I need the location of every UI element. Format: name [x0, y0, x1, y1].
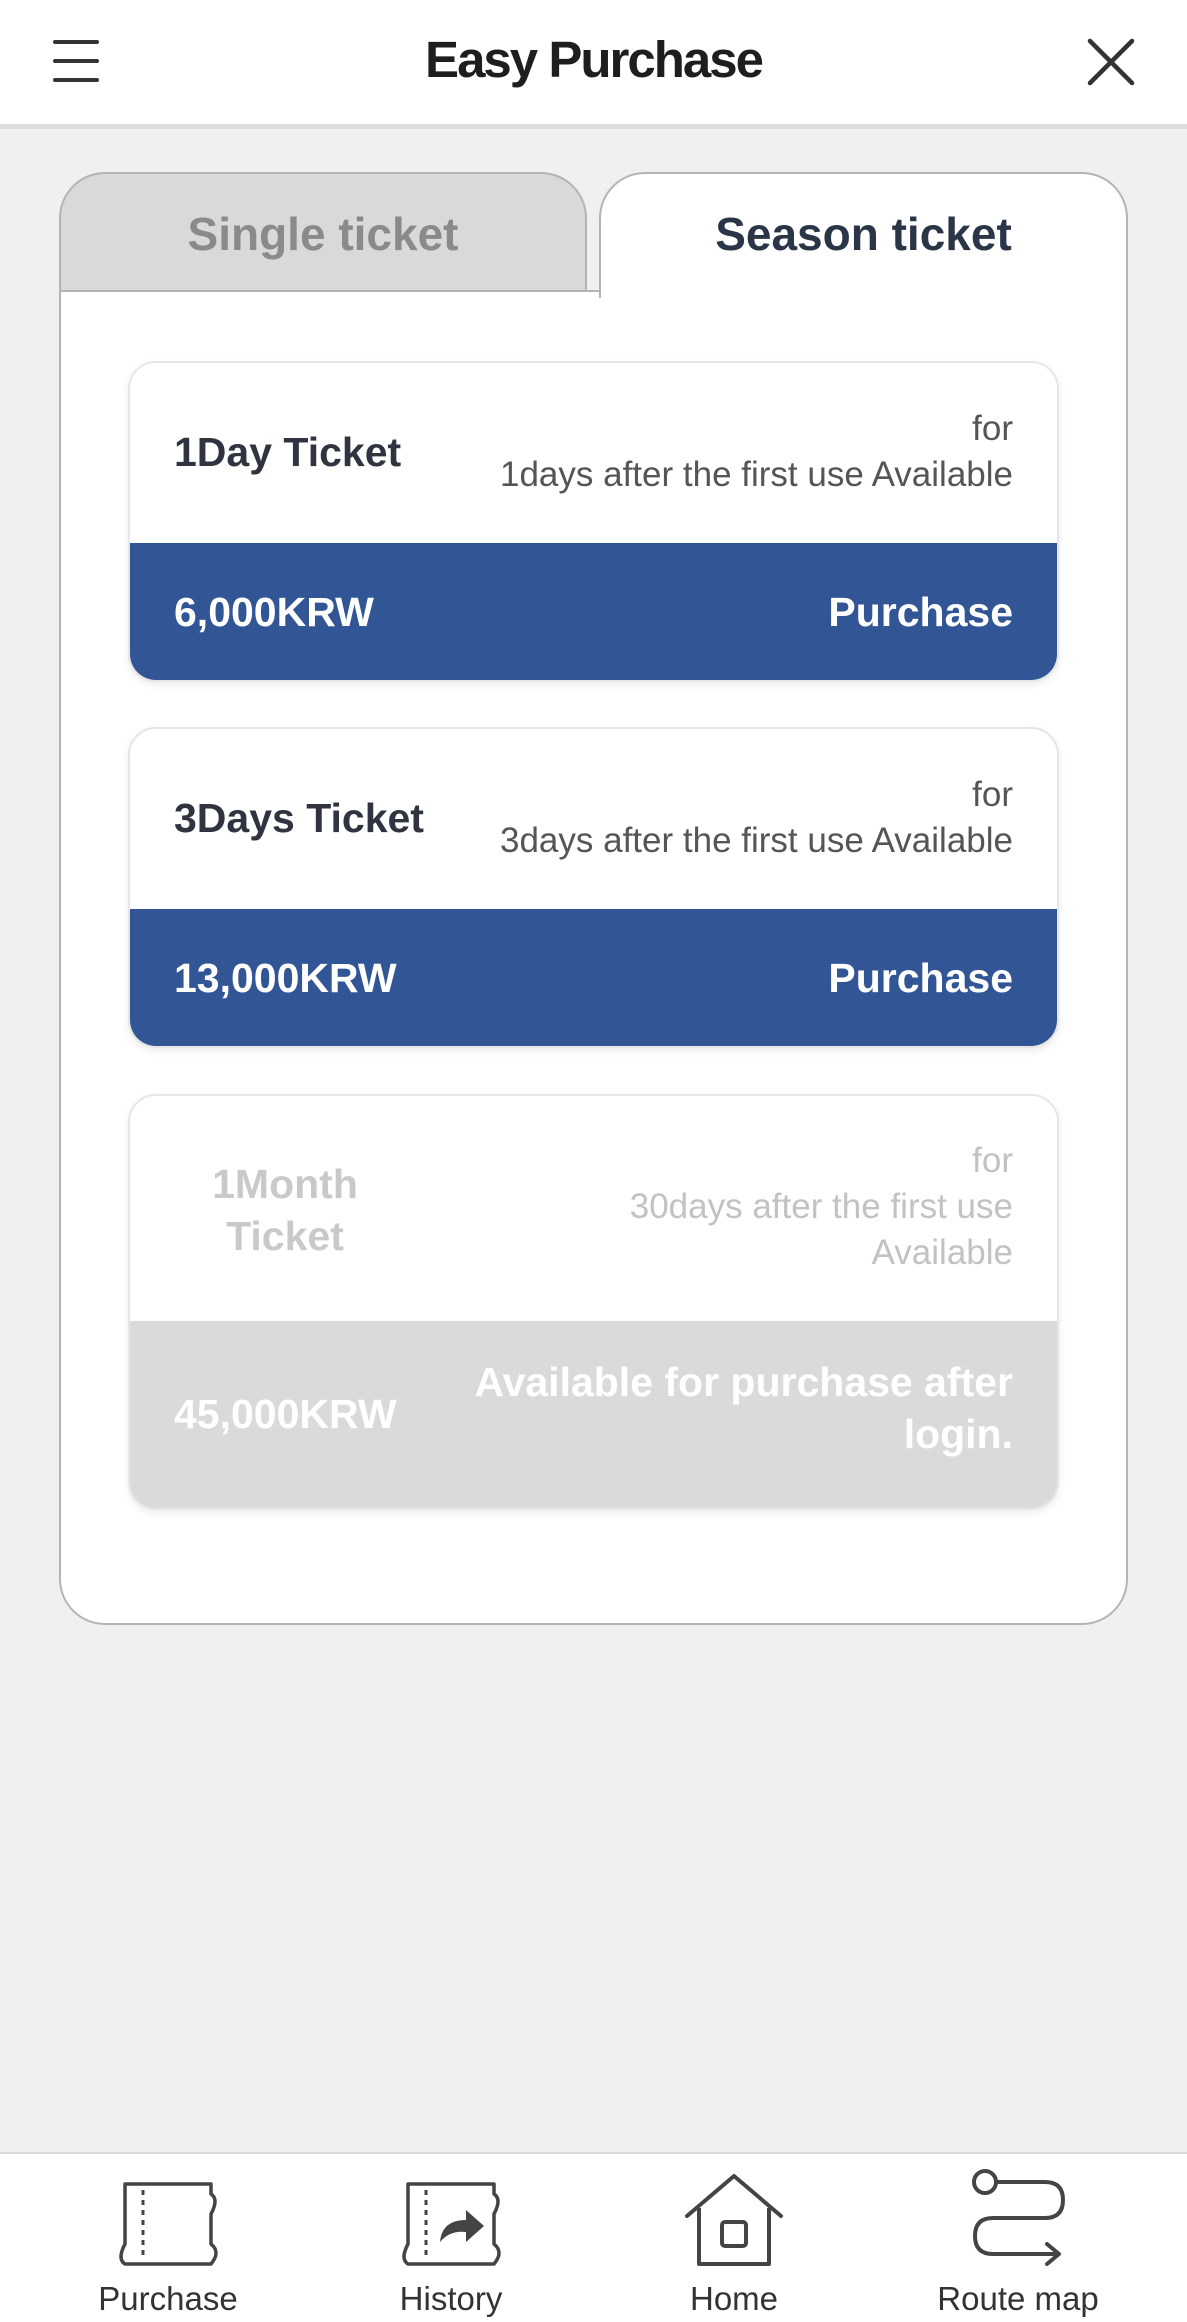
- purchase-label: Purchase: [828, 955, 1013, 1001]
- ticket-name: 3Days Ticket: [174, 795, 424, 841]
- nav-label-home: Home: [689, 2280, 779, 2317]
- ticket-name-line: Ticket: [226, 1213, 344, 1259]
- home-icon: [685, 2174, 783, 2266]
- ticket-desc-line: 3days after the first use Available: [500, 821, 1013, 860]
- ticket-card-1month: 1Month Ticket for 30days after the first…: [128, 1094, 1059, 1510]
- ticket-price: 13,000KRW: [174, 955, 397, 1001]
- route-map-icon: [972, 2169, 1066, 2266]
- close-icon[interactable]: [1085, 36, 1137, 88]
- tab-season-ticket[interactable]: Season ticket: [599, 172, 1128, 298]
- purchase-button-1day[interactable]: 6,000KRW Purchase: [130, 543, 1057, 680]
- ticket-desc-line: 1days after the first use Available: [500, 455, 1013, 494]
- ticket-desc-line: 30days after the first use: [629, 1187, 1013, 1226]
- ticket-price: 6,000KRW: [174, 589, 374, 635]
- ticket-info: 3Days Ticket for 3days after the first u…: [130, 729, 1057, 909]
- nav-history[interactable]: History: [303, 2154, 599, 2322]
- nav-home[interactable]: Home: [586, 2154, 882, 2322]
- page-title: Easy Purchase: [425, 31, 764, 88]
- ticket-info: 1Day Ticket for 1days after the first us…: [130, 363, 1057, 543]
- nav-route-map[interactable]: Route map: [870, 2154, 1166, 2322]
- ticket-description: for 1days after the first use Available: [500, 406, 1013, 498]
- notice-line: login.: [903, 1411, 1013, 1457]
- ticket-card-3days: 3Days Ticket for 3days after the first u…: [128, 727, 1059, 1048]
- ticket-card-1day: 1Day Ticket for 1days after the first us…: [128, 361, 1059, 682]
- ticket-desc-line: for: [972, 409, 1013, 448]
- purchase-button-3days[interactable]: 13,000KRW Purchase: [130, 909, 1057, 1046]
- nav-label-route-map: Route map: [937, 2280, 1099, 2317]
- ticket-description: for 30days after the first use Available: [533, 1138, 1013, 1276]
- ticket-icon: [119, 2182, 218, 2266]
- nav-label-history: History: [399, 2280, 503, 2317]
- nav-label-purchase: Purchase: [98, 2280, 238, 2317]
- purchase-label: Purchase: [828, 589, 1013, 635]
- nav-purchase[interactable]: Purchase: [20, 2154, 316, 2322]
- panel-divider: [59, 290, 599, 292]
- ticket-name: 1Month Ticket: [190, 1158, 380, 1262]
- app-header: Easy Purchase: [0, 0, 1187, 129]
- ticket-name-line: 1Month: [212, 1161, 358, 1207]
- ticket-price: 45,000KRW: [174, 1391, 397, 1437]
- tab-single-ticket[interactable]: Single ticket: [59, 172, 587, 292]
- ticket-description: for 3days after the first use Available: [500, 772, 1013, 864]
- purchase-disabled-1month: 45,000KRW Available for purchase after l…: [130, 1321, 1057, 1508]
- ticket-name: 1Day Ticket: [174, 429, 402, 475]
- ticket-desc-line: for: [972, 1141, 1013, 1180]
- history-ticket-icon: [402, 2182, 501, 2266]
- login-required-notice: Available for purchase after login.: [453, 1356, 1013, 1460]
- ticket-desc-line: for: [972, 775, 1013, 814]
- ticket-desc-line: Available: [871, 1233, 1013, 1272]
- ticket-info: 1Month Ticket for 30days after the first…: [130, 1096, 1057, 1321]
- bottom-navigation: Purchase History Home Route map: [0, 2152, 1187, 2322]
- notice-line: Available for purchase after: [474, 1359, 1013, 1405]
